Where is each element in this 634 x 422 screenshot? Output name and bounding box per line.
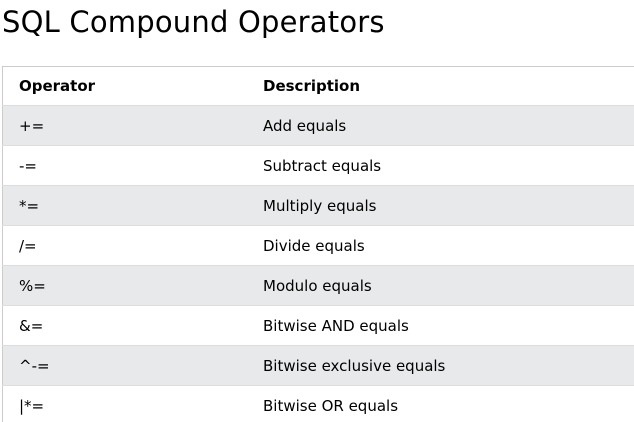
description-cell: Subtract equals <box>263 145 634 186</box>
operator-cell: &= <box>2 305 263 346</box>
operator-cell: %= <box>2 265 263 306</box>
table-row: %= Modulo equals <box>2 265 634 306</box>
description-cell: Modulo equals <box>263 265 634 306</box>
table-row: |*= Bitwise OR equals <box>2 385 634 422</box>
description-column-header: Description <box>263 66 634 106</box>
table-row: *= Multiply equals <box>2 185 634 226</box>
operator-column-header: Operator <box>2 66 263 106</box>
operator-cell: *= <box>2 185 263 226</box>
description-cell: Bitwise AND equals <box>263 305 634 346</box>
page-title: SQL Compound Operators <box>2 5 385 39</box>
table-row: ^-= Bitwise exclusive equals <box>2 345 634 386</box>
compound-operators-table: Operator Description += Add equals -= Su… <box>2 66 634 422</box>
operator-cell: /= <box>2 225 263 266</box>
table-row: /= Divide equals <box>2 225 634 266</box>
table-row: &= Bitwise AND equals <box>2 305 634 346</box>
operator-cell: -= <box>2 145 263 186</box>
table-row: -= Subtract equals <box>2 145 634 186</box>
description-cell: Multiply equals <box>263 185 634 226</box>
operator-cell: |*= <box>19 396 45 415</box>
operator-cell: ^-= <box>2 345 263 386</box>
table-row: += Add equals <box>2 105 634 146</box>
table-header-row: Operator Description <box>2 66 634 106</box>
description-cell: Divide equals <box>263 225 634 266</box>
description-cell: Bitwise exclusive equals <box>263 345 634 386</box>
operator-cell: += <box>2 105 263 146</box>
description-cell: Add equals <box>263 105 634 146</box>
description-cell: Bitwise OR equals <box>263 396 399 415</box>
